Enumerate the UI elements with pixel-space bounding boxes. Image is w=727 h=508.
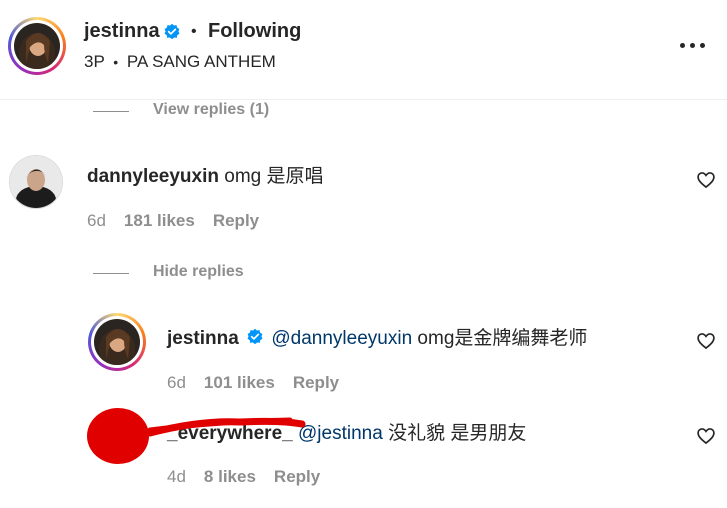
more-dot-icon xyxy=(700,42,705,48)
reply-time: 6d xyxy=(167,373,186,392)
comment-body: omg 是原唱 xyxy=(224,166,324,187)
verified-badge-icon xyxy=(164,23,180,40)
comment-time: 6d xyxy=(87,211,106,230)
reply-reply-button[interactable]: Reply xyxy=(293,373,339,393)
comment-meta: 6d 181 likes Reply xyxy=(87,211,259,231)
hide-replies-line xyxy=(93,273,129,274)
more-dot-icon xyxy=(690,42,695,48)
reply-mention[interactable]: @jestinna xyxy=(298,423,383,444)
like-heart-icon[interactable] xyxy=(696,331,716,351)
subtitle-separator: • xyxy=(113,54,119,70)
reply-reply-button[interactable]: Reply xyxy=(274,467,320,487)
more-options-button[interactable] xyxy=(680,38,710,52)
comment-text: dannyleeyuxin omg 是原唱 xyxy=(87,161,324,188)
reply-likes[interactable]: 101 likes xyxy=(204,373,275,393)
comment-reply-button[interactable]: Reply xyxy=(213,211,259,231)
reply-time: 4d xyxy=(167,467,186,486)
comment-likes[interactable]: 181 likes xyxy=(124,211,195,231)
reply-username[interactable]: jestinna xyxy=(167,328,239,349)
verified-badge-icon xyxy=(247,328,263,345)
reply-text: jestinna @dannyleeyuxin omg是金牌编舞老师 xyxy=(167,323,587,350)
view-replies-line xyxy=(93,111,129,112)
redaction-scribble xyxy=(87,408,306,464)
post-author-avatar[interactable] xyxy=(8,17,66,75)
comment-avatar[interactable] xyxy=(9,155,63,209)
view-replies-button[interactable]: View replies (1) xyxy=(153,101,269,119)
hide-replies-button[interactable]: Hide replies xyxy=(153,263,244,281)
comment-username[interactable]: dannyleeyuxin xyxy=(87,166,219,187)
post-subtitle: 3P • PA SANG ANTHEM xyxy=(84,52,276,72)
like-heart-icon[interactable] xyxy=(696,426,716,446)
reply-meta: 6d 101 likes Reply xyxy=(167,373,339,393)
post-author-username[interactable]: jestinna xyxy=(84,20,160,43)
audio-title[interactable]: PA SANG ANTHEM xyxy=(127,52,276,71)
reply-likes[interactable]: 8 likes xyxy=(204,467,256,487)
reply-body: omg是金牌编舞老师 xyxy=(417,328,588,349)
reply-mention[interactable]: @dannyleeyuxin xyxy=(271,328,412,349)
post-header: jestinna • Following 3P • PA SANG ANTHEM xyxy=(0,0,727,100)
following-button[interactable]: Following xyxy=(208,20,301,43)
post-time: 3P xyxy=(84,52,105,71)
reply-body: 没礼貌 是男朋友 xyxy=(388,423,527,444)
header-separator: • xyxy=(191,23,197,40)
like-heart-icon[interactable] xyxy=(696,170,716,190)
reply-avatar[interactable] xyxy=(88,313,146,371)
more-dot-icon xyxy=(680,42,685,48)
reply-meta: 4d 8 likes Reply xyxy=(167,467,320,487)
